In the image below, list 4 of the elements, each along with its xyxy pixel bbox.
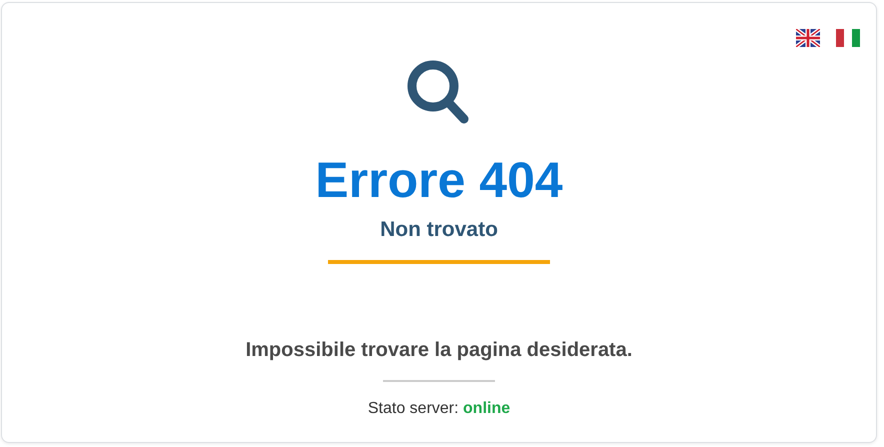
error-message: Impossibile trovare la pagina desiderata. — [246, 340, 632, 360]
server-status: Stato server: online — [368, 401, 510, 417]
error-title: Errore 404 — [315, 155, 563, 205]
error-subtitle: Non trovato — [380, 219, 498, 240]
